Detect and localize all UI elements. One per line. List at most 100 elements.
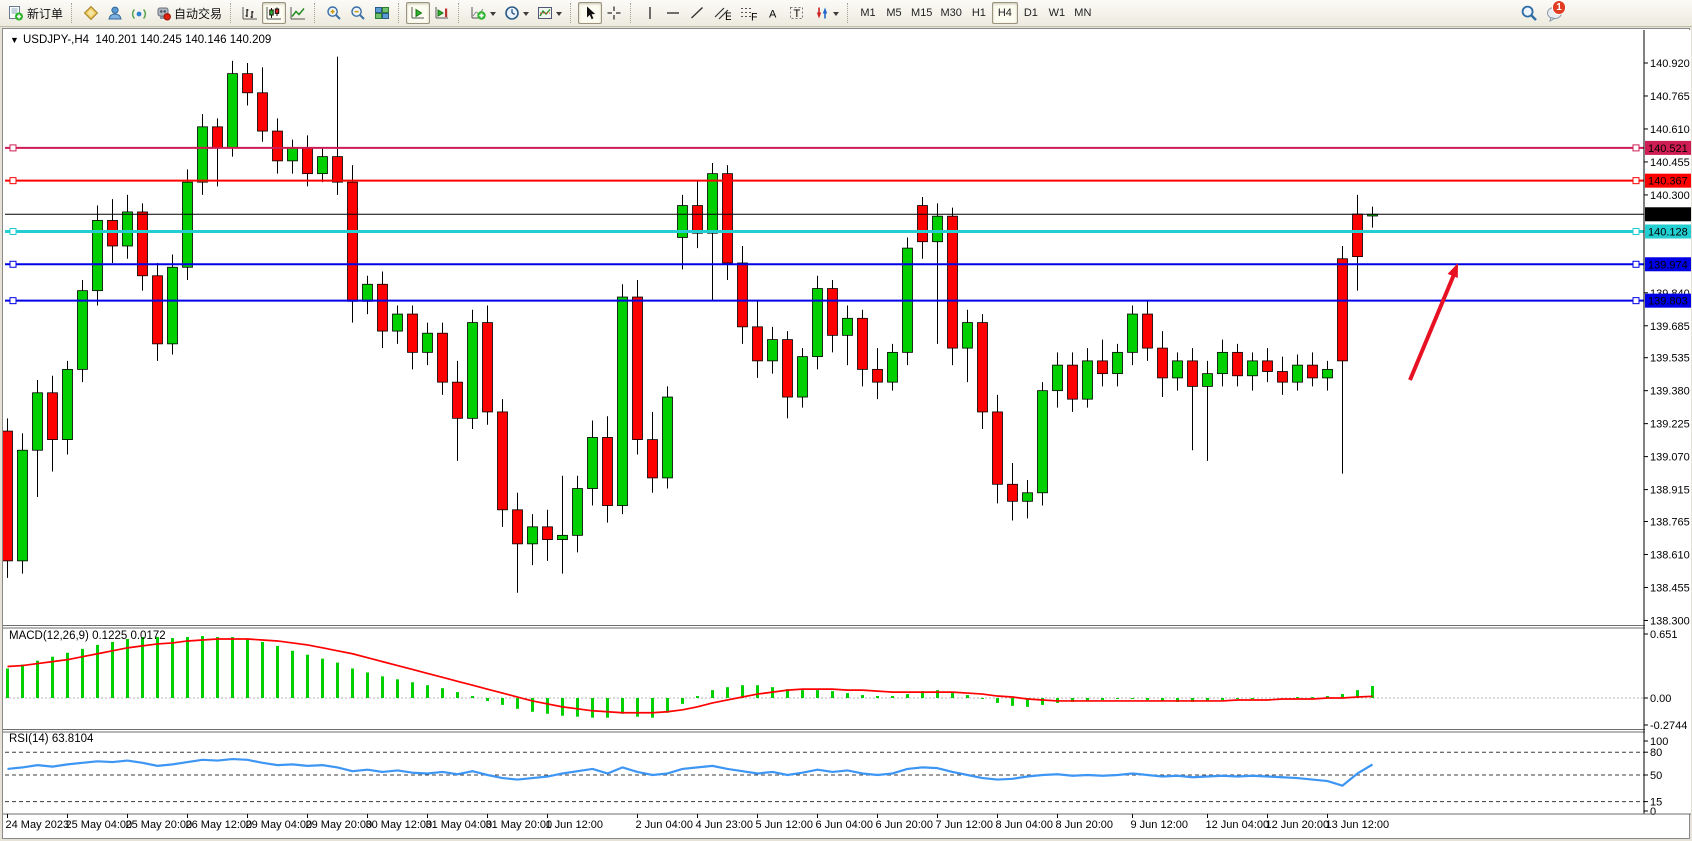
crosshair-icon [606, 5, 622, 21]
zoom-out-button[interactable] [346, 2, 370, 24]
horizontal-line-object[interactable] [5, 261, 1644, 267]
timeframe-button-mn[interactable]: MN [1070, 2, 1096, 24]
cursor-icon [582, 5, 598, 21]
line-handle[interactable] [1633, 145, 1639, 151]
timeframe-button-h1[interactable]: H1 [966, 2, 992, 24]
chevron-down-icon[interactable] [490, 12, 496, 19]
time-tick-label: 9 Jun 12:00 [1131, 819, 1189, 831]
line-handle[interactable] [10, 178, 16, 184]
auto-scroll-button[interactable] [406, 2, 430, 24]
new-order-button[interactable]: 新订单 [3, 2, 67, 24]
timeframe-button-m1[interactable]: M1 [855, 2, 881, 24]
line-handle[interactable] [1633, 229, 1639, 235]
indicators-button[interactable] [466, 2, 500, 24]
toolbar-group-separator [398, 3, 402, 23]
zoom-out-icon [350, 5, 366, 21]
text-button[interactable]: A [761, 2, 784, 24]
chart-collapse-icon[interactable]: ▼ [10, 35, 19, 45]
label-button[interactable]: T [784, 2, 810, 24]
templates-button[interactable] [533, 2, 566, 24]
candle-body [378, 284, 388, 331]
candle [783, 331, 793, 418]
timeframe-button-m15[interactable]: M15 [907, 2, 936, 24]
price-tag: 139.803 [1645, 294, 1691, 308]
candle-body [1278, 372, 1288, 383]
horizontal-line-object[interactable] [5, 298, 1644, 304]
toolbar-group-separator [314, 3, 318, 23]
arrows-button[interactable] [810, 2, 843, 24]
main-price-pane[interactable] [3, 57, 1644, 593]
timeframe-button-h4[interactable]: H4 [992, 2, 1018, 24]
chart-window[interactable]: 140.920140.765140.610140.455140.300139.8… [2, 28, 1690, 839]
candle [798, 348, 808, 408]
candle [498, 399, 508, 527]
rsi-pane[interactable] [5, 752, 1644, 801]
templates-icon [537, 5, 553, 21]
cursor-button[interactable] [578, 2, 602, 24]
line-handle[interactable] [10, 229, 16, 235]
chat-button[interactable]: 1 [1542, 2, 1568, 24]
candle [1188, 348, 1198, 450]
horizontal-line-object[interactable] [5, 229, 1644, 235]
metaeditor-button[interactable] [79, 2, 103, 24]
crosshair-button[interactable] [602, 2, 626, 24]
vertical-line-button[interactable] [638, 2, 661, 24]
candle [993, 395, 1003, 504]
candlestick-button[interactable] [262, 2, 286, 24]
fibonacci-button[interactable]: F [735, 2, 761, 24]
candle-body [588, 437, 598, 488]
candle-body [1008, 484, 1018, 501]
signals-button[interactable] [127, 2, 151, 24]
timeframe-button-m30[interactable]: M30 [936, 2, 965, 24]
line-handle[interactable] [1633, 298, 1639, 304]
trendline-button[interactable] [685, 2, 709, 24]
chevron-down-icon[interactable] [523, 12, 529, 19]
time-tick-label: 26 May 12:00 [186, 819, 253, 831]
horizontal-line-object[interactable] [5, 145, 1644, 151]
timeframe-button-d1[interactable]: D1 [1018, 2, 1044, 24]
line-handle[interactable] [10, 298, 16, 304]
chevron-down-icon[interactable] [556, 12, 562, 19]
timeframe-button-w1[interactable]: W1 [1044, 2, 1070, 24]
candle [258, 67, 268, 141]
price-tick-label: 140.300 [1650, 190, 1690, 202]
candle-body [138, 212, 148, 276]
label-icon: T [788, 5, 806, 21]
line-handle[interactable] [10, 145, 16, 151]
new-order-button-label: 新订单 [27, 5, 63, 22]
price-tick-label: 138.915 [1650, 485, 1690, 497]
time-tick-label: 6 Jun 04:00 [816, 819, 874, 831]
time-axis[interactable]: 24 May 202325 May 04:0025 May 20:0026 Ma… [3, 814, 1691, 831]
horizontal-line-object[interactable] [5, 178, 1644, 184]
zoom-in-button[interactable] [322, 2, 346, 24]
line-handle[interactable] [10, 261, 16, 267]
line-handle[interactable] [1633, 178, 1639, 184]
timeframe-label: M1 [860, 7, 875, 19]
macd-pane[interactable] [5, 636, 1644, 718]
candle-body [183, 182, 193, 267]
line-handle[interactable] [1633, 261, 1639, 267]
autotrade-button[interactable]: 自动交易 [151, 2, 226, 24]
line-chart-button[interactable] [286, 2, 310, 24]
search-button[interactable] [1516, 2, 1542, 24]
candle-body [18, 450, 28, 561]
price-tag-label: 140.367 [1648, 176, 1688, 188]
candle [813, 276, 823, 370]
price-axis[interactable]: 140.920140.765140.610140.455140.300139.8… [1644, 30, 1691, 818]
periods-button[interactable] [500, 2, 533, 24]
horizontal-line-button[interactable] [661, 2, 685, 24]
toolbar-group-separator [570, 3, 574, 23]
chart-shift-button[interactable] [430, 2, 454, 24]
candle [1083, 348, 1093, 408]
channel-button[interactable]: E [709, 2, 735, 24]
timeframe-label: H1 [972, 7, 986, 19]
price-chart[interactable]: 140.920140.765140.610140.455140.300139.8… [3, 29, 1691, 839]
annotation-arrow[interactable] [1410, 263, 1458, 380]
community-button[interactable] [103, 2, 127, 24]
bar-chart-button[interactable] [238, 2, 262, 24]
tile-windows-button[interactable] [370, 2, 394, 24]
chevron-down-icon[interactable] [833, 12, 839, 19]
timeframe-button-m5[interactable]: M5 [881, 2, 907, 24]
price-tag-label: 140.209 [1648, 209, 1688, 221]
price-tick-label: 138.610 [1650, 549, 1690, 561]
